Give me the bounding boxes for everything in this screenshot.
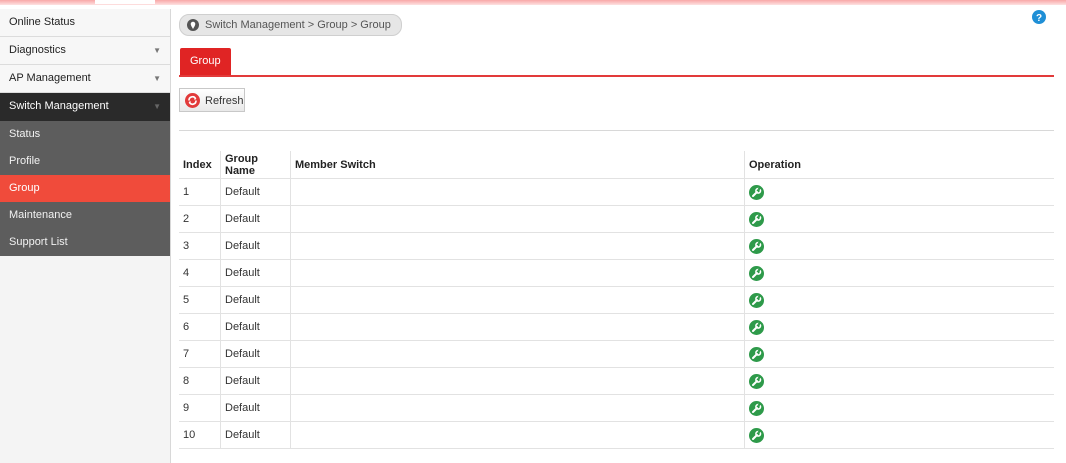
- cell-group-name: Default: [220, 394, 291, 422]
- cell-operation: [744, 286, 1054, 314]
- cell-index: 1: [179, 178, 221, 206]
- wrench-icon[interactable]: [749, 238, 764, 254]
- cell-member-switch: [290, 421, 745, 449]
- sidebar-item-diagnostics[interactable]: Diagnostics ▼: [0, 37, 170, 65]
- svg-text:?: ?: [1036, 13, 1042, 24]
- switch-management-submenu: Status Profile Group Maintenance Support…: [0, 121, 170, 256]
- wrench-icon[interactable]: [749, 292, 764, 308]
- submenu-item-status[interactable]: Status: [0, 121, 170, 148]
- wrench-icon[interactable]: [749, 184, 764, 200]
- table-row: 9 Default: [179, 394, 1054, 422]
- cell-index: 5: [179, 286, 221, 314]
- cell-operation: [744, 313, 1054, 341]
- sidebar: Online Status Diagnostics ▼ AP Managemen…: [0, 9, 171, 463]
- breadcrumb-text: Switch Management > Group > Group: [205, 19, 391, 31]
- table-row: 8 Default: [179, 367, 1054, 395]
- cell-operation: [744, 178, 1054, 206]
- cell-member-switch: [290, 232, 745, 260]
- sidebar-item-switch-management[interactable]: Switch Management ▼: [0, 93, 170, 121]
- sidebar-item-label: Online Status: [9, 16, 76, 28]
- wrench-icon[interactable]: [749, 319, 764, 335]
- table-row: 4 Default: [179, 259, 1054, 287]
- refresh-label: Refresh: [205, 95, 244, 107]
- caret-down-icon: ▼: [153, 74, 161, 83]
- cell-member-switch: [290, 178, 745, 206]
- cell-operation: [744, 340, 1054, 368]
- column-header-group-name: Group Name: [220, 151, 291, 179]
- wrench-icon[interactable]: [749, 346, 764, 362]
- cell-index: 9: [179, 394, 221, 422]
- table-row: 6 Default: [179, 313, 1054, 341]
- cell-operation: [744, 232, 1054, 260]
- cell-operation: [744, 205, 1054, 233]
- cell-member-switch: [290, 394, 745, 422]
- submenu-item-maintenance[interactable]: Maintenance: [0, 202, 170, 229]
- cell-member-switch: [290, 259, 745, 287]
- table-row: 5 Default: [179, 286, 1054, 314]
- cell-index: 3: [179, 232, 221, 260]
- wrench-icon[interactable]: [749, 427, 764, 443]
- cell-member-switch: [290, 286, 745, 314]
- submenu-item-profile[interactable]: Profile: [0, 148, 170, 175]
- cell-member-switch: [290, 340, 745, 368]
- refresh-button[interactable]: Refresh: [179, 88, 245, 112]
- table-row: 1 Default: [179, 178, 1054, 206]
- cell-group-name: Default: [220, 340, 291, 368]
- cell-operation: [744, 259, 1054, 287]
- cell-index: 7: [179, 340, 221, 368]
- cell-index: 6: [179, 313, 221, 341]
- cell-group-name: Default: [220, 286, 291, 314]
- sidebar-item-label: AP Management: [9, 72, 91, 84]
- wrench-icon[interactable]: [749, 400, 764, 416]
- cell-group-name: Default: [220, 205, 291, 233]
- wrench-icon[interactable]: [749, 265, 764, 281]
- wrench-icon[interactable]: [749, 211, 764, 227]
- sidebar-item-ap-management[interactable]: AP Management ▼: [0, 65, 170, 93]
- cell-group-name: Default: [220, 421, 291, 449]
- cell-group-name: Default: [220, 232, 291, 260]
- group-table: Index Group Name Member Switch Operation…: [179, 151, 1054, 449]
- top-accent-notch: [95, 0, 155, 4]
- cell-member-switch: [290, 367, 745, 395]
- table-row: 2 Default: [179, 205, 1054, 233]
- sidebar-item-online-status[interactable]: Online Status: [0, 9, 170, 37]
- divider: [179, 130, 1054, 131]
- help-icon[interactable]: ?: [1032, 10, 1046, 24]
- cell-group-name: Default: [220, 259, 291, 287]
- breadcrumb: Switch Management > Group > Group: [179, 14, 402, 36]
- tab-bar: Group: [179, 48, 1054, 77]
- column-header-member-switch: Member Switch: [290, 151, 745, 179]
- location-pin-icon: [187, 19, 199, 31]
- column-header-index: Index: [179, 151, 221, 179]
- cell-index: 8: [179, 367, 221, 395]
- cell-index: 2: [179, 205, 221, 233]
- table-header-row: Index Group Name Member Switch Operation: [179, 151, 1054, 179]
- column-header-operation: Operation: [744, 151, 1054, 179]
- cell-operation: [744, 394, 1054, 422]
- cell-member-switch: [290, 313, 745, 341]
- tab-group[interactable]: Group: [180, 48, 231, 75]
- cell-index: 10: [179, 421, 221, 449]
- cell-group-name: Default: [220, 313, 291, 341]
- caret-down-icon: ▼: [153, 46, 161, 55]
- submenu-item-group[interactable]: Group: [0, 175, 170, 202]
- top-accent-bar: [0, 0, 1066, 5]
- cell-operation: [744, 421, 1054, 449]
- submenu-item-support-list[interactable]: Support List: [0, 229, 170, 256]
- wrench-icon[interactable]: [749, 373, 764, 389]
- main-content: Switch Management > Group > Group ? Grou…: [171, 9, 1066, 463]
- sidebar-item-label: Diagnostics: [9, 44, 66, 56]
- refresh-icon: [185, 93, 200, 108]
- caret-down-icon: ▼: [153, 102, 161, 111]
- cell-group-name: Default: [220, 367, 291, 395]
- table-row: 3 Default: [179, 232, 1054, 260]
- cell-index: 4: [179, 259, 221, 287]
- cell-member-switch: [290, 205, 745, 233]
- cell-operation: [744, 367, 1054, 395]
- sidebar-item-label: Switch Management: [9, 100, 109, 112]
- table-row: 7 Default: [179, 340, 1054, 368]
- table-row: 10 Default: [179, 421, 1054, 449]
- cell-group-name: Default: [220, 178, 291, 206]
